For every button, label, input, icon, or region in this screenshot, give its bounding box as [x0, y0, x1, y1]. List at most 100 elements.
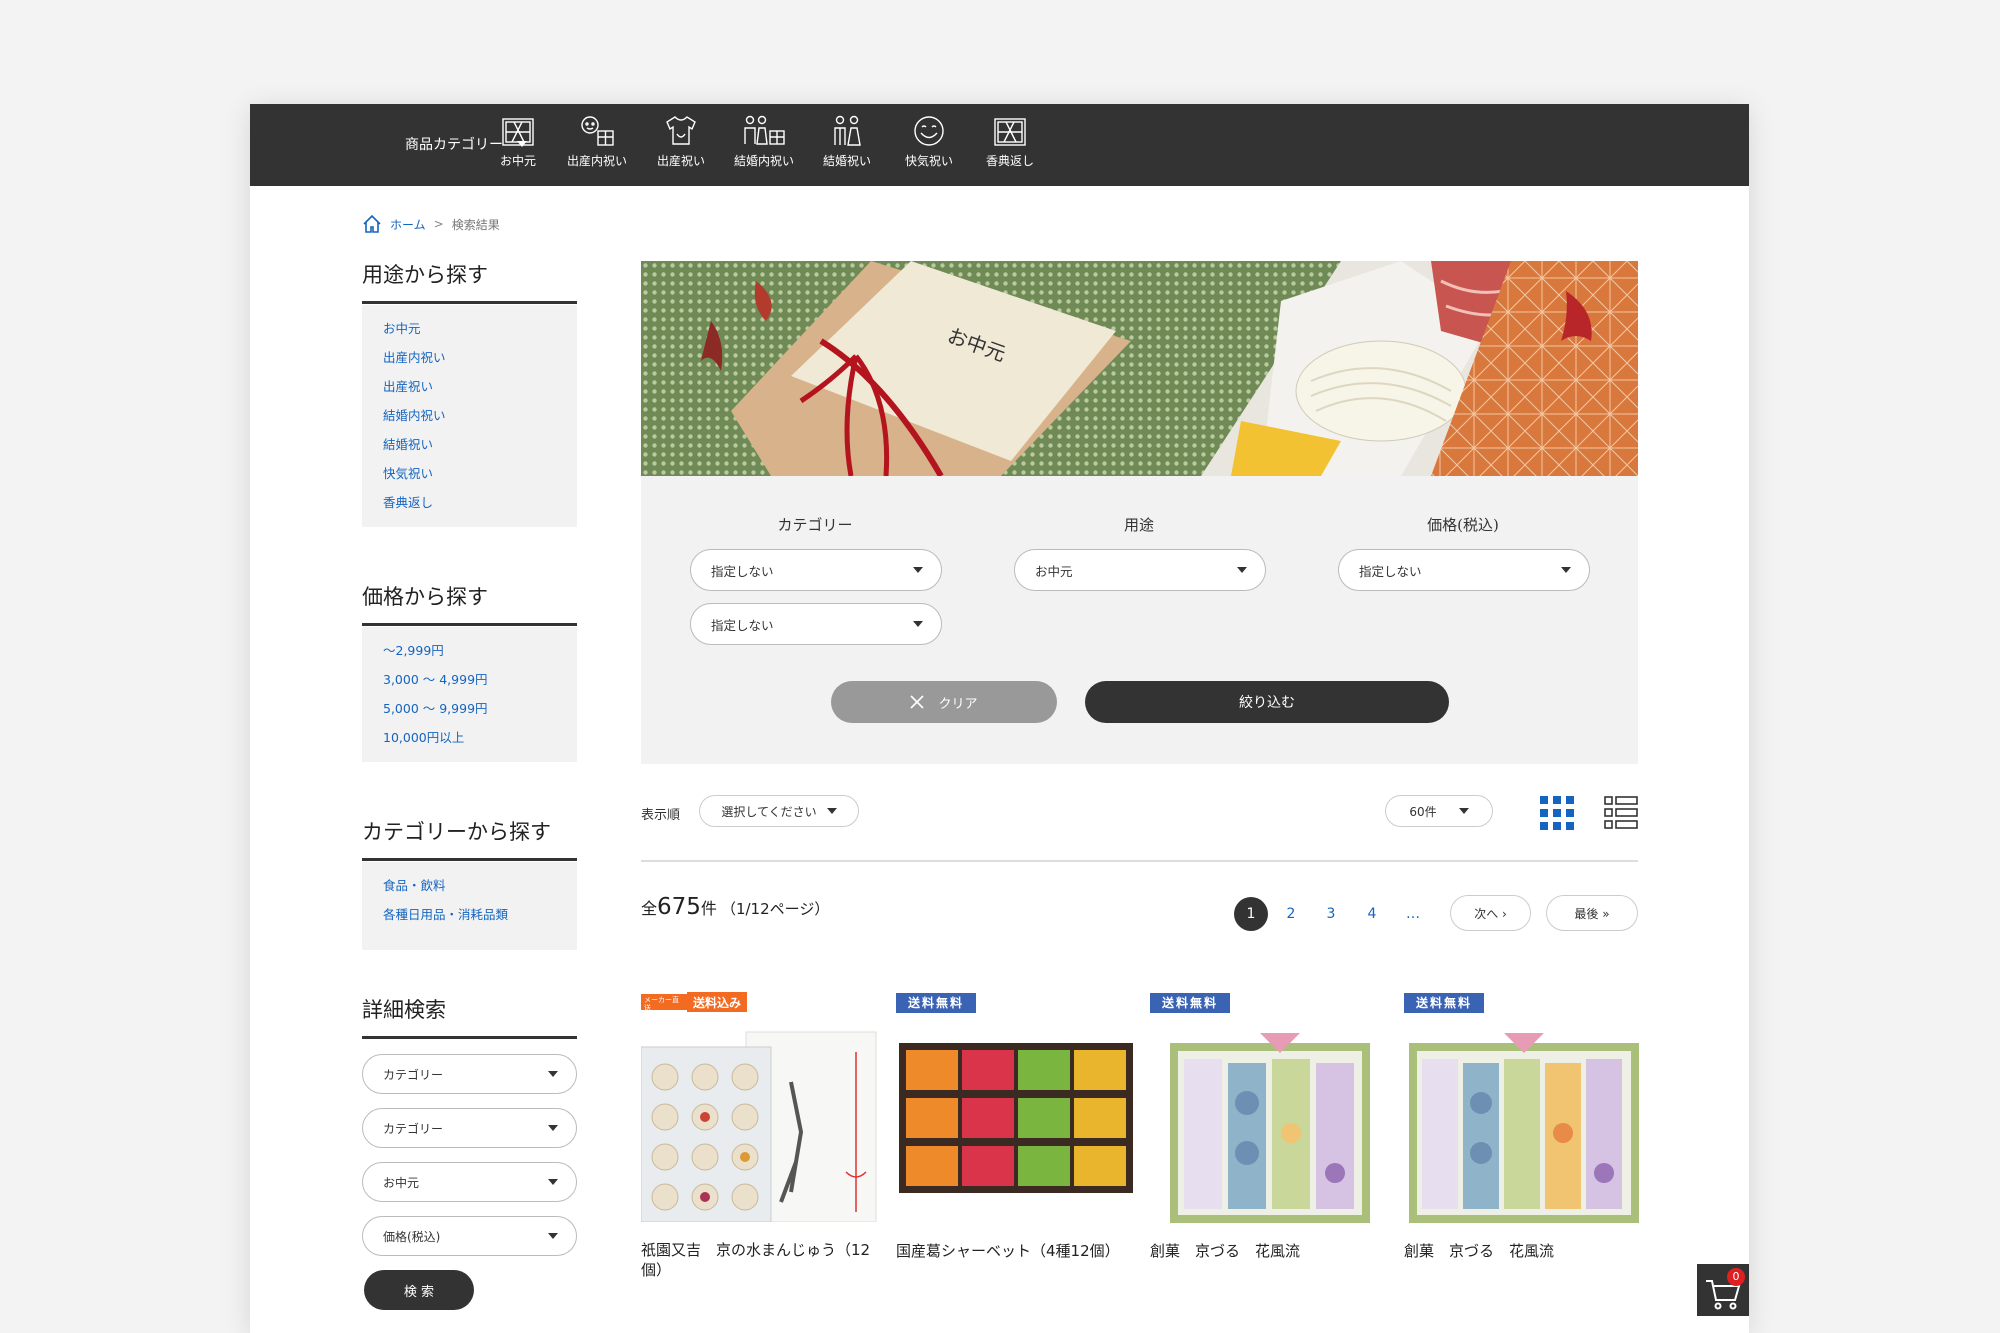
apply-filter-button[interactable]: 絞り込む: [1085, 681, 1449, 723]
page-frame: 商品カテゴリー お中元 出産内祝い 出産祝い 結婚内祝い 結婚祝い 快気祝い 香…: [250, 104, 1749, 1333]
cart-button[interactable]: 0: [1697, 1264, 1749, 1316]
baby-gift-icon: [581, 116, 614, 146]
product-image: [899, 1042, 1133, 1193]
chevron-down-icon: [826, 808, 837, 814]
results-divider: [641, 860, 1638, 862]
home-icon[interactable]: [362, 214, 382, 234]
hero-banner: お中元: [641, 261, 1638, 476]
top-nav: 商品カテゴリー お中元 出産内祝い 出産祝い 結婚内祝い 結婚祝い 快気祝い 香…: [250, 104, 1749, 186]
baby-clothes-icon: [666, 116, 696, 145]
smile-icon: [914, 116, 944, 146]
product-card[interactable]: メーカー直送 送料込み 祇園又吉 京の水まんじゅう（12個）: [640, 992, 881, 1280]
chevron-down-icon: [1561, 567, 1571, 573]
chevron-down-icon: [548, 1125, 558, 1131]
breadcrumb: ホーム > 検索結果: [362, 214, 500, 234]
results-total: 675: [657, 894, 701, 920]
sidebar-price-title: 価格から探す: [362, 581, 577, 626]
detail-subcategory-select[interactable]: カテゴリー: [362, 1108, 577, 1148]
sidebar-item-wedding-gift[interactable]: 結婚祝い: [383, 435, 577, 464]
couple-gift-icon: [744, 115, 785, 145]
nav-item-birth-gift[interactable]: 出産祝い: [636, 114, 726, 169]
chevron-down-icon: [1237, 567, 1247, 573]
sidebar-price-list: 〜2,999円 3,000 〜 4,999円 5,000 〜 9,999円 10…: [362, 627, 577, 762]
last-page-button[interactable]: 最後 »: [1546, 895, 1638, 931]
product-badge: メーカー直送 送料込み: [641, 992, 881, 1012]
filter-category-label: カテゴリー: [777, 516, 853, 534]
product-card[interactable]: 送料無料 創菓 京づる 花風流: [1150, 992, 1390, 1261]
sidebar-item-wedding-return[interactable]: 結婚内祝い: [383, 406, 577, 435]
sort-select[interactable]: 選択してください: [699, 795, 859, 827]
grid-view-icon[interactable]: [1540, 796, 1574, 830]
nav-item-birth-return[interactable]: 出産内祝い: [552, 114, 642, 169]
product-image: [1170, 1032, 1370, 1223]
sidebar-price-item[interactable]: 5,000 〜 9,999円: [383, 699, 577, 728]
chevron-down-icon: [913, 567, 923, 573]
sidebar-price-item[interactable]: 10,000円以上: [383, 728, 577, 757]
breadcrumb-current: 検索結果: [451, 217, 500, 232]
chevron-down-icon: [1458, 808, 1469, 814]
sidebar-purpose-title: 用途から探す: [362, 259, 577, 304]
sidebar-item-birth-gift[interactable]: 出産祝い: [383, 377, 577, 406]
product-image: [640, 1031, 877, 1223]
sidebar-purpose-list: お中元 出産内祝い 出産祝い 結婚内祝い 結婚祝い 快気祝い 香典返し: [362, 305, 577, 527]
product-name[interactable]: 創菓 京づる 花風流: [1150, 1241, 1390, 1261]
detail-purpose-select[interactable]: お中元: [362, 1162, 577, 1202]
list-view-icon[interactable]: [1604, 796, 1638, 830]
sidebar-price-item[interactable]: 3,000 〜 4,999円: [383, 670, 577, 699]
detail-search-button[interactable]: 検 索: [364, 1270, 474, 1310]
product-badge: 送料無料: [896, 992, 977, 1013]
sidebar-price-item[interactable]: 〜2,999円: [383, 641, 577, 670]
filter-category-select[interactable]: 指定しない: [690, 549, 942, 591]
cart-count-badge: 0: [1727, 1268, 1745, 1286]
sidebar-item-birth-return[interactable]: 出産内祝い: [383, 348, 577, 377]
product-card[interactable]: 送料無料 国産葛シャーベット（4種12個）: [896, 992, 1136, 1261]
page-4[interactable]: 4: [1355, 897, 1389, 931]
chevron-down-icon: [548, 1071, 558, 1077]
detail-category-select[interactable]: カテゴリー: [362, 1054, 577, 1094]
results-page-info: （1/12ページ）: [720, 900, 830, 918]
nav-item-funeral-return[interactable]: 香典返し: [965, 114, 1055, 169]
product-badge: 送料無料: [1404, 992, 1485, 1013]
breadcrumb-separator: >: [433, 217, 444, 231]
sidebar-category-list: 食品・飲料 各種日用品・消耗品類: [362, 862, 577, 950]
sidebar-item-recovery[interactable]: 快気祝い: [383, 464, 577, 493]
filter-subcategory-select[interactable]: 指定しない: [690, 603, 942, 645]
product-badge: 送料無料: [1150, 992, 1231, 1013]
product-card[interactable]: 送料無料 創菓 京づる 花風流: [1404, 992, 1644, 1261]
product-image: [1409, 1032, 1639, 1223]
filter-purpose-select[interactable]: お中元: [1014, 549, 1266, 591]
sidebar-category-title: カテゴリーから探す: [362, 816, 577, 861]
gift-box-icon: [994, 118, 1026, 146]
nav-item-ochugen[interactable]: お中元: [473, 114, 563, 169]
nav-item-wedding-gift[interactable]: 結婚祝い: [802, 114, 892, 169]
filter-panel: カテゴリー 用途 価格(税込) 指定しない 指定しない お中元 指定しない クリ…: [641, 476, 1638, 764]
sidebar-category-item[interactable]: 各種日用品・消耗品類: [383, 905, 577, 934]
chevron-down-icon: [913, 621, 923, 627]
filter-purpose-label: 用途: [1123, 516, 1154, 534]
nav-item-wedding-return[interactable]: 結婚内祝い: [719, 114, 809, 169]
per-page-select[interactable]: 60件: [1385, 795, 1493, 827]
nav-item-recovery[interactable]: 快気祝い: [884, 114, 974, 169]
product-name[interactable]: 国産葛シャーベット（4種12個）: [896, 1241, 1136, 1261]
sidebar-detail-title: 詳細検索: [362, 994, 577, 1039]
couple-icon: [834, 115, 861, 146]
chevron-down-icon: [548, 1179, 558, 1185]
breadcrumb-home-link[interactable]: ホーム: [390, 216, 426, 233]
page-ellipsis: …: [1406, 906, 1420, 922]
product-name[interactable]: 創菓 京づる 花風流: [1404, 1241, 1644, 1261]
product-name[interactable]: 祇園又吉 京の水まんじゅう（12個）: [641, 1240, 881, 1280]
results-count: 全 675 件 （1/12ページ）: [641, 894, 830, 920]
filter-price-select[interactable]: 指定しない: [1338, 549, 1590, 591]
sidebar-item-funeral-return[interactable]: 香典返し: [383, 493, 577, 522]
page-2[interactable]: 2: [1274, 897, 1308, 931]
chevron-down-icon: [548, 1233, 558, 1239]
clear-button[interactable]: クリア: [831, 681, 1057, 723]
detail-price-select[interactable]: 価格(税込): [362, 1216, 577, 1256]
page-3[interactable]: 3: [1314, 897, 1348, 931]
close-icon: [910, 695, 925, 709]
page-1[interactable]: 1: [1234, 897, 1268, 931]
sort-label: 表示順: [641, 808, 681, 823]
next-page-button[interactable]: 次へ ›: [1450, 895, 1531, 931]
sidebar-item-ochugen[interactable]: お中元: [383, 319, 577, 348]
sidebar-category-item[interactable]: 食品・飲料: [383, 876, 577, 905]
